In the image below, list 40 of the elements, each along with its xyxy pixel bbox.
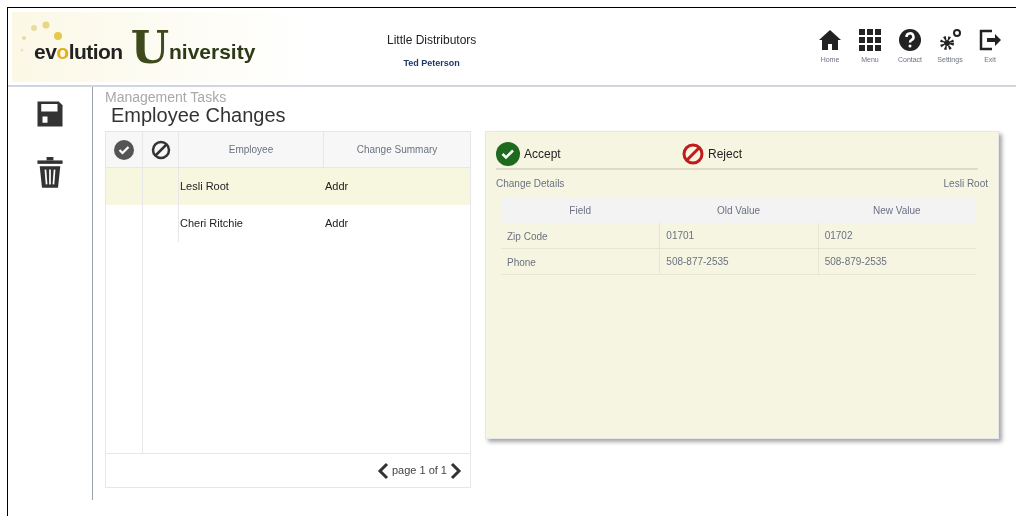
employee-name: Lesli Root <box>943 176 988 191</box>
chevron-right-icon[interactable] <box>450 461 462 480</box>
column-header: Change Summary <box>323 132 470 167</box>
company-name: Little Distributors <box>387 31 477 49</box>
table-cell-text: Phone <box>506 255 537 270</box>
trash-icon[interactable] <box>36 157 64 189</box>
prohibit-icon <box>682 143 704 165</box>
save-icon[interactable] <box>35 99 65 129</box>
prohibit-icon[interactable] <box>150 139 171 160</box>
breadcrumb: Management Tasks <box>105 90 228 104</box>
check-circle-icon <box>496 142 520 166</box>
column-header: Employee <box>178 132 323 167</box>
check-circle-icon[interactable] <box>114 139 134 160</box>
logo-text: University <box>130 27 256 68</box>
help-icon <box>898 27 922 52</box>
reject-button[interactable]: Reject <box>682 143 742 165</box>
user-name: Ted Peterson <box>403 56 460 70</box>
logo-text: evolution <box>34 39 123 65</box>
column-header: New Value <box>872 203 922 218</box>
page-indicator: page 1 of 1 <box>391 463 447 479</box>
page-title: Employee Changes <box>111 104 287 126</box>
house-icon <box>818 27 842 52</box>
grid-icon <box>858 27 882 52</box>
table-cell-text: Addr <box>324 179 350 195</box>
table-row[interactable]: Lesli Root Addr <box>106 168 470 205</box>
settings-icon <box>938 27 962 52</box>
table-cell-text: Cheri Ritchie <box>179 216 244 232</box>
table-cell: 508-877-2535 <box>659 249 818 275</box>
accept-button[interactable]: Accept <box>496 142 682 166</box>
exit-icon <box>978 27 1002 52</box>
table-cell-text: Lesli Root <box>179 179 230 195</box>
table-cell: 01702 <box>817 223 976 249</box>
table-cell-text: Addr <box>324 216 350 232</box>
table-cell-text: Zip Code <box>506 229 549 244</box>
column-header: Old Value <box>715 203 762 218</box>
column-header: Field <box>568 203 592 218</box>
section-heading: Change Details <box>496 176 565 191</box>
chevron-left-icon[interactable] <box>376 461 389 480</box>
table-cell: 508-879-2535 <box>817 249 976 275</box>
table-cell: 01701 <box>659 223 818 249</box>
